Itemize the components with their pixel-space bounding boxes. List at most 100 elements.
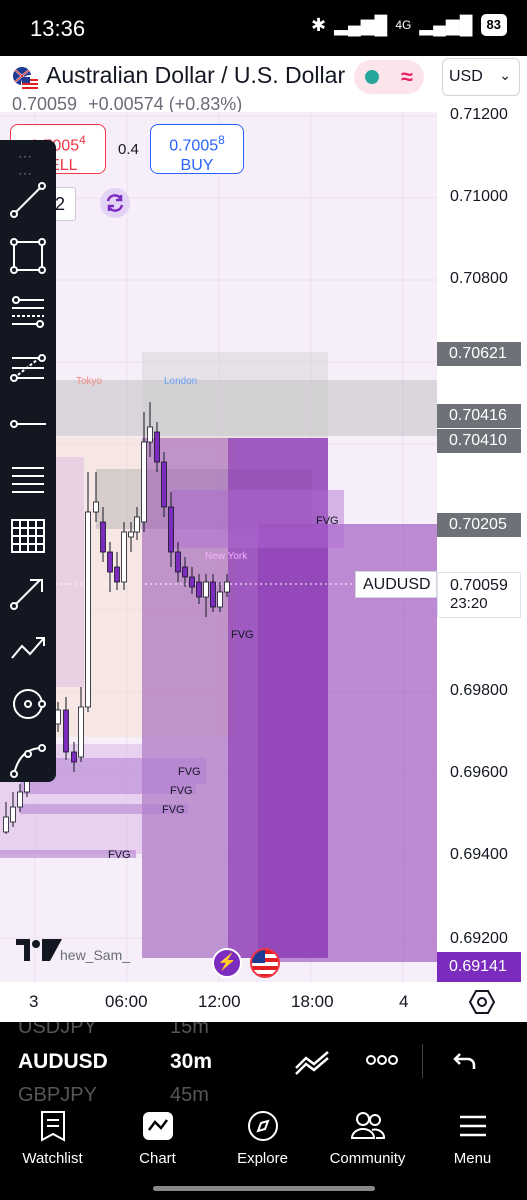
status-icons: ✱ ▂▄▆█ 4G ▂▄▆█ 83 (311, 14, 507, 36)
more-options-icon[interactable] (366, 1054, 398, 1066)
candle-body (63, 709, 69, 753)
watchlist-icon (40, 1111, 65, 1142)
symbol-title[interactable]: Australian Dollar / U.S. Dollar (46, 62, 345, 89)
candle-body (134, 516, 140, 533)
session-label-london: London (164, 376, 197, 387)
horizontal-ray-icon[interactable] (8, 404, 48, 444)
market-status-pill[interactable]: ≈ (354, 60, 424, 94)
candle-body (78, 706, 84, 758)
time-tick: 12:00 (198, 992, 241, 1011)
time-tick: 3 (29, 992, 39, 1011)
currency-select[interactable]: USD ⌄ (442, 58, 520, 96)
nav-label: Watchlist (22, 1150, 83, 1167)
chart-canvas[interactable]: Tokyo London New York FVG FVG FVG FVG FV… (0, 112, 437, 982)
price-tick: 0.69200 (450, 930, 508, 947)
buy-price: 0.7005 (169, 137, 219, 155)
drawing-toolbar: ⋯ ⋯ (0, 140, 56, 782)
fvg-label: FVG (108, 849, 131, 861)
indicators-icon[interactable] (294, 1048, 330, 1076)
candle-body (10, 806, 16, 823)
wave-icon: ≈ (400, 64, 413, 89)
curve-icon[interactable] (8, 740, 48, 780)
candle-body (71, 751, 77, 763)
next-interval[interactable]: 45m (170, 1084, 209, 1102)
nav-community[interactable]: Community (315, 1110, 420, 1167)
candle-body (224, 581, 230, 593)
price-tag: 0.70205 (437, 513, 521, 537)
home-indicator (153, 1186, 375, 1191)
session-label-tokyo: Tokyo (76, 376, 103, 387)
fib-retracement-icon[interactable] (8, 292, 48, 332)
network-type: 4G (395, 18, 412, 32)
price-tick: 0.69400 (450, 846, 508, 863)
signal-icon: ▂▄▆█ (334, 14, 388, 35)
price-tag: 0.70416 (437, 404, 521, 428)
time-tick: 18:00 (291, 992, 334, 1011)
price-tick: 0.71200 (450, 106, 508, 123)
sync-icon[interactable] (100, 188, 130, 218)
time-tick: 06:00 (105, 992, 148, 1011)
candle-body (147, 426, 153, 443)
candle-body (93, 501, 99, 513)
spread: 0.4 (118, 141, 139, 158)
arrow-icon[interactable] (8, 572, 48, 612)
chart-settings-icon[interactable] (468, 988, 496, 1016)
signal-icon-2: ▂▄▆█ (419, 14, 473, 35)
chevron-down-icon: ⌄ (499, 67, 511, 83)
undo-icon[interactable] (452, 1048, 478, 1074)
price-axis[interactable]: 0.71200 0.71000 0.70800 0.69800 0.69600 … (437, 106, 527, 982)
lightning-event-icon[interactable]: ⚡ (212, 948, 242, 978)
buy-label: BUY (180, 157, 214, 175)
bar-countdown: 23:20 (450, 595, 488, 612)
last-price: 0.70059 (12, 94, 78, 114)
session-label-newyork: New York (205, 551, 248, 562)
low-price-tag: 0.69141 (437, 952, 521, 982)
candle-body (161, 461, 167, 508)
time-tick: 4 (399, 992, 409, 1011)
fvg-label: FVG (170, 785, 193, 797)
prev-symbol[interactable]: USDJPY (18, 1022, 97, 1039)
toolbar-drag-handle-icon[interactable]: ⋯ ⋯ (18, 148, 34, 182)
next-symbol[interactable]: GBPJPY (18, 1084, 97, 1102)
menu-icon (459, 1115, 486, 1137)
us-flag-event-icon[interactable] (250, 948, 280, 978)
trend-line-icon[interactable] (8, 180, 48, 220)
rectangle-icon[interactable] (8, 236, 48, 276)
parallel-channel-icon[interactable] (8, 460, 48, 500)
gann-grid-icon[interactable] (8, 516, 48, 556)
divider (422, 1044, 423, 1078)
time-axis[interactable]: 3 06:00 12:00 18:00 4 (0, 982, 527, 1022)
price-tag: 0.70410 (437, 429, 521, 453)
sell-price-pip: 4 (79, 133, 86, 147)
candle-body (182, 566, 188, 578)
nav-chart[interactable]: Chart (105, 1110, 210, 1167)
nav-menu[interactable]: Menu (420, 1110, 525, 1167)
candle-body (85, 511, 91, 708)
status-bar: 13:36 ✱ ▂▄▆█ 4G ▂▄▆█ 83 (0, 0, 527, 56)
fvg-label: FVG (178, 766, 201, 778)
candle-body (121, 531, 127, 583)
chart-icon (142, 1112, 173, 1140)
nav-watchlist[interactable]: Watchlist (0, 1110, 105, 1167)
current-price-tag: 0.70059 23:20 (437, 572, 521, 618)
candle-body (128, 531, 134, 538)
candle-body (154, 431, 160, 463)
path-icon[interactable] (8, 628, 48, 668)
candle-body (141, 441, 147, 523)
fvg-label: FVG (231, 629, 254, 641)
candle-body (217, 591, 223, 608)
current-symbol[interactable]: AUDUSD (18, 1050, 108, 1074)
current-symbol-label: AUDUSD (355, 571, 437, 598)
candle-body (107, 551, 113, 573)
pitchfork-icon[interactable] (8, 348, 48, 388)
prev-interval[interactable]: 15m (170, 1022, 209, 1039)
buy-button[interactable]: 0.70058 BUY (150, 124, 244, 174)
circle-icon[interactable] (8, 684, 48, 724)
tradingview-logo-icon (16, 939, 62, 961)
price-tick: 0.71000 (450, 188, 508, 205)
current-interval[interactable]: 30m (170, 1050, 212, 1074)
community-icon (350, 1112, 385, 1139)
bluetooth-icon: ✱ (311, 14, 327, 35)
current-price: 0.70059 (450, 577, 508, 594)
nav-explore[interactable]: Explore (210, 1110, 315, 1167)
